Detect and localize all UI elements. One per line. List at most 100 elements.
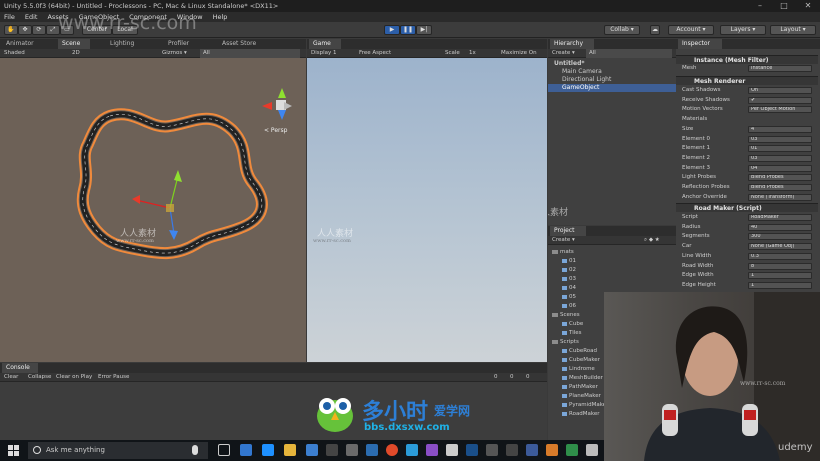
inspector-row-field[interactable]: 0.3 xyxy=(748,252,812,260)
app-icon-1[interactable] xyxy=(346,444,358,456)
project-asset[interactable]: CubeRoad xyxy=(562,347,597,355)
app-icon-10[interactable] xyxy=(586,444,598,456)
scene-viewport[interactable]: < Persp 人人素材 www.rr-sc.com xyxy=(0,58,306,362)
mesh-field[interactable]: Instance xyxy=(748,65,812,72)
inspector-row-field[interactable]: 04 xyxy=(748,164,812,172)
project-asset[interactable]: 03 xyxy=(562,275,576,283)
app-icon-8[interactable] xyxy=(546,444,558,456)
step-button[interactable]: ▶| xyxy=(416,25,432,35)
inspector-row-field[interactable]: Per Object Motion xyxy=(748,106,812,114)
tab-asset-store[interactable]: Asset Store xyxy=(218,39,268,49)
play-button[interactable]: ▶ xyxy=(384,25,400,35)
inspector-row-field[interactable]: Blend Probes xyxy=(748,174,812,182)
mesh-renderer-header[interactable]: Mesh Renderer xyxy=(676,76,818,85)
hierarchy-scene-root[interactable]: Untitled* xyxy=(554,60,585,68)
store-icon[interactable] xyxy=(306,444,318,456)
menu-help[interactable]: Help xyxy=(213,13,228,21)
shading-dropdown[interactable]: Shaded xyxy=(4,49,25,58)
close-button[interactable]: ✕ xyxy=(796,0,820,12)
layout-dropdown[interactable]: Layout ▾ xyxy=(770,25,816,35)
2d-toggle[interactable]: 2D xyxy=(72,49,80,58)
maximize-on-play-toggle[interactable]: Maximize On Play xyxy=(501,49,547,65)
console-clear-button[interactable]: Clear xyxy=(4,373,18,382)
rotate-tool-button[interactable]: ⟳ xyxy=(32,25,46,35)
project-create-button[interactable]: Create ▾ xyxy=(552,236,575,245)
microphone-icon[interactable] xyxy=(192,445,198,455)
project-folder[interactable]: mats xyxy=(552,248,574,256)
project-asset[interactable]: MeshBuilder xyxy=(562,374,603,382)
project-asset[interactable]: 04 xyxy=(562,284,576,292)
aspect-dropdown[interactable]: Free Aspect xyxy=(359,49,391,58)
inspector-row-field[interactable]: 4 xyxy=(748,125,812,133)
scale-value[interactable]: 1x xyxy=(469,49,476,58)
unity-taskbar-icon[interactable] xyxy=(326,444,338,456)
road-maker-header[interactable]: Road Maker (Script) xyxy=(676,203,818,212)
app-icon-9[interactable] xyxy=(566,444,578,456)
tab-console[interactable]: Console xyxy=(2,363,38,373)
console-log-count[interactable]: 0 xyxy=(494,373,498,382)
inspector-row-field[interactable]: Blend Probes xyxy=(748,184,812,191)
console-collapse-button[interactable]: Collapse xyxy=(28,373,51,382)
project-asset[interactable]: PyramidMaker xyxy=(562,401,608,409)
tab-profiler[interactable]: Profiler xyxy=(164,39,200,49)
chrome-icon[interactable] xyxy=(386,444,398,456)
windows-start-icon[interactable] xyxy=(8,445,19,456)
menu-edit[interactable]: Edit xyxy=(25,13,38,21)
app-icon-6[interactable] xyxy=(486,444,498,456)
inspector-row-field[interactable]: 1 xyxy=(748,281,812,289)
app-icon-3[interactable] xyxy=(406,444,418,456)
mesh-filter-header[interactable]: Instance (Mesh Filter) xyxy=(676,55,818,64)
project-asset[interactable]: PathMaker xyxy=(562,383,598,391)
inspector-row-field[interactable]: 8 xyxy=(748,262,812,270)
console-warning-count[interactable]: 0 xyxy=(510,373,514,382)
inspector-row-field[interactable]: RoadMaker xyxy=(748,214,812,221)
tab-project[interactable]: Project xyxy=(550,226,586,236)
hierarchy-item-directional-light[interactable]: Directional Light xyxy=(562,76,611,84)
project-folder[interactable]: Scripts xyxy=(552,338,579,346)
pause-button[interactable]: ❚❚ xyxy=(400,25,416,35)
project-asset[interactable]: Lindrome xyxy=(562,365,595,373)
app-icon-4[interactable] xyxy=(426,444,438,456)
inspector-row-field[interactable]: 1 xyxy=(748,272,812,280)
project-asset[interactable]: 01 xyxy=(562,257,576,265)
project-asset[interactable]: Cube xyxy=(562,320,583,328)
console-error-count[interactable]: 0 xyxy=(526,373,530,382)
display-dropdown[interactable]: Display 1 xyxy=(311,49,337,58)
taskbar-search-input[interactable]: Ask me anything xyxy=(28,442,208,459)
unity-icon-2[interactable] xyxy=(506,444,518,456)
inspector-row-field[interactable]: None (Game Obj) xyxy=(748,243,812,251)
inspector-row-field[interactable]: 03 xyxy=(748,154,812,162)
tab-inspector[interactable]: Inspector xyxy=(678,39,722,49)
project-asset[interactable]: 06 xyxy=(562,302,576,310)
project-asset[interactable]: 05 xyxy=(562,293,576,301)
tab-lighting[interactable]: Lighting xyxy=(106,39,146,49)
hierarchy-search-input[interactable]: All xyxy=(586,49,672,58)
inspector-row-field[interactable]: None (Transform) xyxy=(748,193,812,201)
tab-hierarchy[interactable]: Hierarchy xyxy=(550,39,594,49)
project-asset[interactable]: Tiles xyxy=(562,329,582,337)
project-asset[interactable]: 02 xyxy=(562,266,576,274)
project-filter-icons[interactable]: ⌕ ◆ ★ xyxy=(644,236,660,245)
layers-dropdown[interactable]: Layers ▾ xyxy=(720,25,766,35)
hand-tool-button[interactable]: ✋ xyxy=(4,25,18,35)
inspector-row-field[interactable]: On xyxy=(748,87,812,94)
cloud-icon[interactable]: ☁ xyxy=(650,25,660,35)
console-error-pause-button[interactable]: Error Pause xyxy=(98,373,129,382)
minimize-button[interactable]: – xyxy=(748,0,772,12)
edge-browser-icon[interactable] xyxy=(240,444,252,456)
persp-label[interactable]: < Persp xyxy=(264,127,287,134)
hierarchy-item-gameobject[interactable]: GameObject xyxy=(548,84,676,92)
tab-animator[interactable]: Animator xyxy=(2,39,40,49)
project-asset[interactable]: CubeMaker xyxy=(562,356,600,364)
tab-game[interactable]: Game xyxy=(309,39,341,49)
inspector-row-field[interactable]: 03 xyxy=(748,135,812,143)
account-dropdown[interactable]: Account ▾ xyxy=(668,25,714,35)
inspector-row-field[interactable]: 40 xyxy=(748,223,812,231)
hierarchy-create-button[interactable]: Create ▾ xyxy=(552,49,575,58)
ie-browser-icon[interactable] xyxy=(262,444,274,456)
task-view-icon[interactable] xyxy=(218,444,230,456)
steam-icon[interactable] xyxy=(466,444,478,456)
collab-dropdown[interactable]: Collab ▾ xyxy=(604,25,640,35)
move-tool-button[interactable]: ✥ xyxy=(18,25,32,35)
maximize-button[interactable]: □ xyxy=(772,0,796,12)
